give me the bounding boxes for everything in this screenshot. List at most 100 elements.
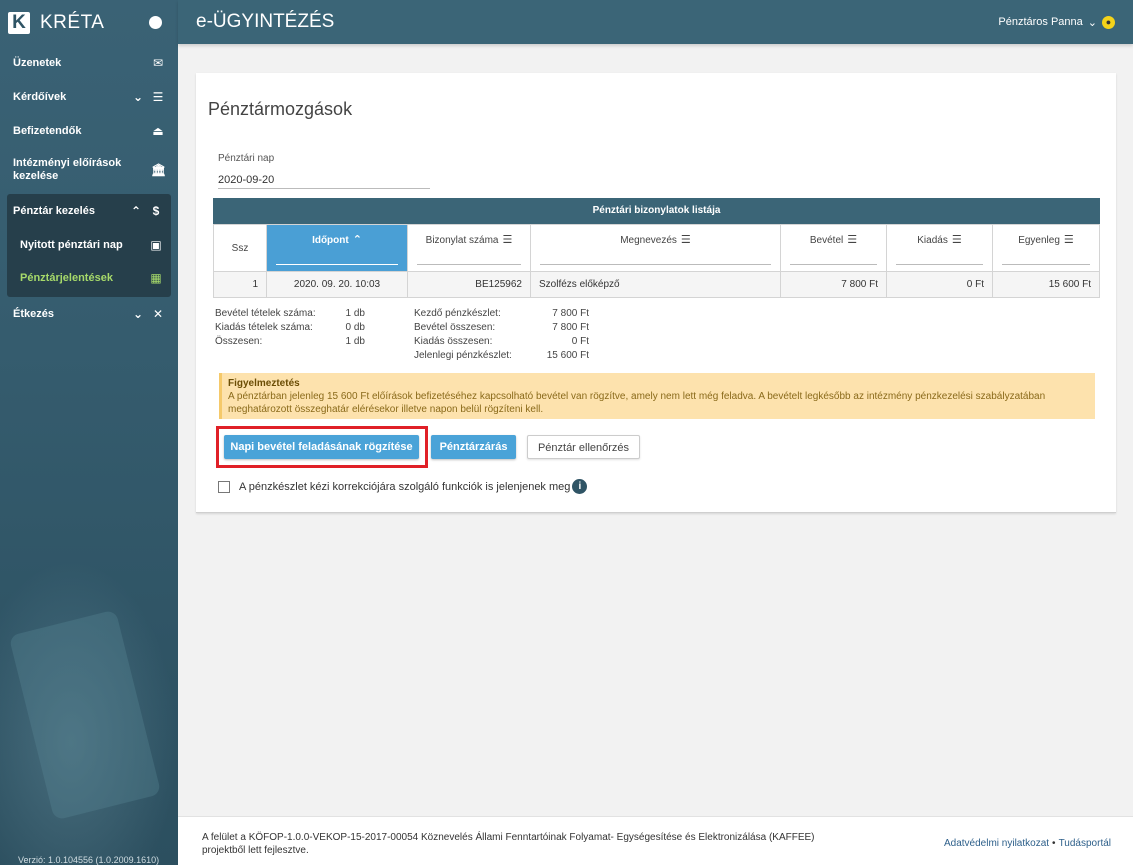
chevron-up-icon: ⌃ — [130, 204, 142, 218]
footer-links: Adatvédelmi nyilatkozat • Tudásportál — [944, 831, 1111, 865]
logo-text: KRÉTA — [40, 12, 105, 33]
column-filter[interactable] — [896, 264, 983, 265]
user-menu[interactable]: Pénztáros Panna ⌄ ● — [998, 15, 1115, 29]
summary-row: Kezdő pénzkészlet: 7 800 Ft — [414, 308, 589, 319]
footer-separator: • — [1052, 838, 1056, 849]
daily-income-record-button[interactable]: Napi bevétel feladásának rögzítése — [224, 435, 419, 459]
sort-lines-icon: ☰ — [502, 234, 513, 246]
sidebar-item-kerdoivek[interactable]: Kérdőívek ⌄ ☰ — [0, 80, 178, 114]
module-title: e-ÜGYINTÉZÉS — [196, 11, 335, 32]
column-header-megnevezes[interactable]: Megnevezés ☰ — [530, 224, 781, 272]
cell-bevetel: 7 800 Ft — [780, 271, 887, 298]
receipts-table: Pénztári bizonylatok listája Ssz Időpont… — [213, 198, 1100, 298]
sidebar-item-label: Pénztárjelentések — [20, 271, 113, 284]
cell-megnevezes: Szolfézs előképző — [530, 271, 781, 298]
summary-row: Jelenlegi pénzkészlet: 15 600 Ft — [414, 350, 589, 361]
cell-egyenleg: 15 600 Ft — [992, 271, 1100, 298]
sidebar-item-nyitott-penztari-nap[interactable]: Nyitott pénztári nap ▣ — [7, 228, 171, 261]
cash-check-button[interactable]: Pénztár ellenőrzés — [527, 435, 640, 459]
logo-icon: K — [8, 12, 30, 34]
table-caption: Pénztári bizonylatok listája — [213, 198, 1100, 224]
sort-lines-icon: ☰ — [1063, 234, 1074, 246]
table-header-row: Ssz Időpont ⌃ Bizonylat száma ☰ Megnevezés… — [213, 224, 1100, 272]
sidebar-item-uzenetek[interactable]: Üzenetek ✉ — [0, 46, 178, 80]
user-name: Pénztáros Panna — [998, 16, 1083, 28]
column-filter[interactable] — [417, 264, 521, 265]
column-filter[interactable] — [1002, 264, 1090, 265]
summary-row: Bevétel tételek száma: 1 db — [215, 308, 365, 319]
page-title: Pénztármozgások — [208, 99, 353, 119]
sidebar: K KRÉTA Üzenetek ✉ Kérdőívek ⌄ ☰ Befizet… — [0, 0, 178, 865]
sidebar-item-label: Pénztár kezelés — [13, 205, 95, 217]
envelope-icon: ✉ — [152, 56, 164, 70]
dollar-icon: $ — [152, 204, 160, 218]
sort-lines-icon: ☰ — [680, 234, 691, 246]
footer-text: A felület a KÖFOP-1.0.0-VEKOP-15-2017-00… — [202, 832, 815, 856]
status-dot-icon[interactable] — [149, 16, 162, 29]
column-filter[interactable] — [276, 264, 398, 265]
column-header-kiadas[interactable]: Kiadás ☰ — [886, 224, 993, 272]
version-text: Verzió: 1.0.104556 (1.0.2009.1610) — [18, 855, 160, 865]
info-icon[interactable]: i — [572, 479, 588, 494]
accessibility-icon[interactable]: ● — [1102, 15, 1115, 29]
chevron-down-icon: ⌄ — [132, 90, 144, 104]
cell-bizonylat: BE125962 — [407, 271, 531, 298]
sidebar-group-penztar: Pénztár kezelés ⌃ $ Nyitott pénztári nap… — [7, 194, 171, 297]
summary-row: Bevétel összesen: 7 800 Ft — [414, 322, 589, 333]
sidebar-item-label: Intézményi előírások kezelése — [13, 157, 122, 182]
warning-alert: Figyelmeztetés A pénztárban jelenleg 15 … — [219, 373, 1095, 419]
topbar: e-ÜGYINTÉZÉS Pénztáros Panna ⌄ ● — [178, 0, 1133, 44]
cell-ssz: 1 — [213, 271, 267, 298]
sidebar-item-penztar-kezeles[interactable]: Pénztár kezelés ⌃ $ — [7, 194, 171, 228]
footer: A felület a KÖFOP-1.0.0-VEKOP-15-2017-00… — [178, 816, 1133, 865]
privacy-link[interactable]: Adatvédelmi nyilatkozat — [944, 838, 1049, 849]
alert-text: A pénztárban jelenleg 15 600 Ft előíráso… — [228, 391, 1046, 415]
sidebar-item-label: Kérdőívek — [13, 91, 67, 103]
cell-kiadas: 0 Ft — [886, 271, 993, 298]
alert-title: Figyelmeztetés — [228, 378, 300, 389]
column-filter[interactable] — [790, 264, 877, 265]
knowledge-portal-link[interactable]: Tudásportál — [1059, 838, 1111, 849]
main-card: Pénztármozgások Pénztári nap Pénztári bi… — [196, 73, 1116, 513]
sidebar-item-befizetendok[interactable]: Befizetendők ⏏ — [0, 114, 178, 148]
cash-close-button[interactable]: Pénztárzárás — [431, 435, 516, 459]
manual-correction-option[interactable]: A pénzkészlet kézi korrekciójára szolgál… — [218, 479, 588, 494]
sidebar-item-etkezes[interactable]: Étkezés ⌄ ✕ — [0, 297, 178, 331]
sidebar-item-label: Étkezés — [13, 308, 54, 320]
column-header-bizonylat[interactable]: Bizonylat száma ☰ — [407, 224, 531, 272]
chevron-down-icon: ⌄ — [132, 307, 144, 321]
column-header-egyenleg[interactable]: Egyenleg ☰ — [992, 224, 1100, 272]
table-row[interactable]: 1 2020. 09. 20. 10:03 BE125962 Szolfézs … — [213, 271, 1100, 298]
bank-icon: 🏛 — [151, 162, 167, 177]
sort-lines-icon: ☰ — [951, 234, 962, 246]
summary-row: Kiadás összesen: 0 Ft — [414, 336, 589, 347]
logo[interactable]: K KRÉTA — [0, 0, 178, 46]
column-filter[interactable] — [540, 264, 771, 265]
column-header-bevetel[interactable]: Bevétel ☰ — [780, 224, 887, 272]
cell-idopont: 2020. 09. 20. 10:03 — [266, 271, 408, 298]
sidebar-item-label: Nyitott pénztári nap — [20, 238, 123, 251]
chevron-down-icon: ⌄ — [1087, 16, 1097, 29]
sort-lines-icon: ☰ — [847, 234, 858, 246]
sidebar-menu: Üzenetek ✉ Kérdőívek ⌄ ☰ Befizetendők ⏏ … — [0, 46, 178, 331]
date-input[interactable] — [218, 171, 430, 189]
summary-row: Kiadás tételek száma: 0 db — [215, 322, 365, 333]
table-icon: ▦ — [150, 270, 162, 285]
date-label: Pénztári nap — [218, 153, 275, 164]
summary-row: Összesen: 1 db — [215, 336, 365, 347]
sidebar-item-penztarjelentesek[interactable]: Pénztárjelentések ▦ — [7, 261, 171, 294]
sidebar-item-intezmenyi-eloirasok[interactable]: Intézményi előírások kezelése 🏛 — [0, 148, 178, 192]
sidebar-item-label: Üzenetek — [13, 57, 62, 69]
cash-summary: Kezdő pénzkészlet: 7 800 Ft Bevétel össze… — [414, 307, 589, 363]
item-count-summary: Bevétel tételek száma: 1 db Kiadás tétele… — [215, 307, 365, 349]
manual-correction-checkbox[interactable] — [218, 480, 230, 493]
cutlery-icon: ✕ — [152, 307, 164, 321]
calendar-icon: ▣ — [150, 237, 162, 252]
column-header-ssz: Ssz — [213, 224, 267, 272]
checkbox-label: A pénzkészlet kézi korrekciójára szolgál… — [239, 480, 571, 493]
stamp-icon: ⏏ — [152, 124, 164, 138]
sort-up-icon: ⌃ — [352, 234, 362, 246]
list-icon: ☰ — [152, 90, 164, 104]
sidebar-item-label: Befizetendők — [13, 125, 82, 137]
column-header-idopont[interactable]: Időpont ⌃ — [266, 224, 408, 272]
